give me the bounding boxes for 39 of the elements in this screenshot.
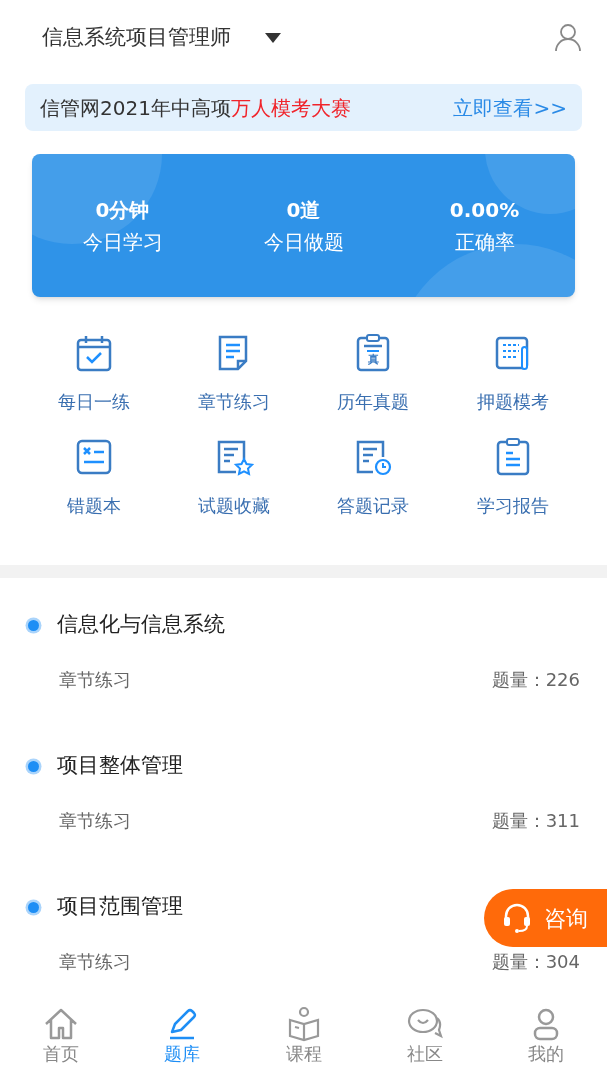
feature-button[interactable]: 答题记录: [303, 437, 444, 519]
question-count: 题量：226: [491, 669, 580, 690]
nav-tab[interactable]: 社区: [364, 1000, 486, 1080]
feature-button[interactable]: 试题收藏: [163, 437, 304, 519]
bullet-dot-icon: [25, 757, 42, 775]
nav-tab[interactable]: 我的: [485, 1000, 607, 1080]
promo-text: 信管网2021年中高项万人模考大赛: [40, 94, 351, 122]
dropdown-caret-icon[interactable]: [265, 32, 281, 43]
feature-button[interactable]: 押题模考: [443, 333, 583, 415]
chapter-title[interactable]: 项目范围管理: [57, 891, 183, 923]
feature-button[interactable]: 学习报告: [443, 437, 583, 519]
feature-button[interactable]: 章节练习: [163, 333, 304, 415]
stat-label: 正确率: [454, 228, 515, 256]
chapter-type: 章节练习: [59, 809, 131, 833]
bullet-dot-icon: [25, 616, 42, 634]
nav-tab[interactable]: 题库: [121, 1000, 243, 1080]
chapter-title[interactable]: 项目整体管理: [57, 750, 183, 782]
stat-value: 0分钟: [95, 196, 150, 224]
stat-label: 今日做题: [263, 228, 344, 256]
nav-tab[interactable]: 课程: [242, 1000, 365, 1080]
stat-value: 0.00%: [449, 196, 520, 224]
chapter-type: 章节练习: [59, 950, 131, 974]
promo-banner[interactable]: 信管网2021年中高项万人模考大赛 立即查看>>: [25, 84, 582, 131]
bullet-dot-icon: [25, 898, 42, 916]
question-count: 题量：304: [491, 951, 580, 972]
nav-tab[interactable]: 首页: [0, 1000, 122, 1080]
stat-label: 今日学习: [82, 228, 163, 256]
view-now-link[interactable]: 立即查看>>: [453, 92, 567, 123]
consult-button[interactable]: 咨询: [484, 889, 607, 947]
feature-button[interactable]: 每日一练: [24, 333, 164, 415]
course-title[interactable]: 信息系统项目管理师: [42, 21, 231, 54]
chapter-type: 章节练习: [59, 668, 131, 692]
headset-icon: [502, 902, 532, 934]
stat-value: 0道: [286, 196, 321, 224]
feature-button[interactable]: 真 历年真题: [303, 333, 444, 415]
user-icon[interactable]: [555, 23, 581, 52]
question-count: 题量：311: [491, 810, 580, 831]
feature-button[interactable]: 错题本: [24, 437, 164, 519]
chapter-title[interactable]: 信息化与信息系统: [57, 609, 225, 641]
